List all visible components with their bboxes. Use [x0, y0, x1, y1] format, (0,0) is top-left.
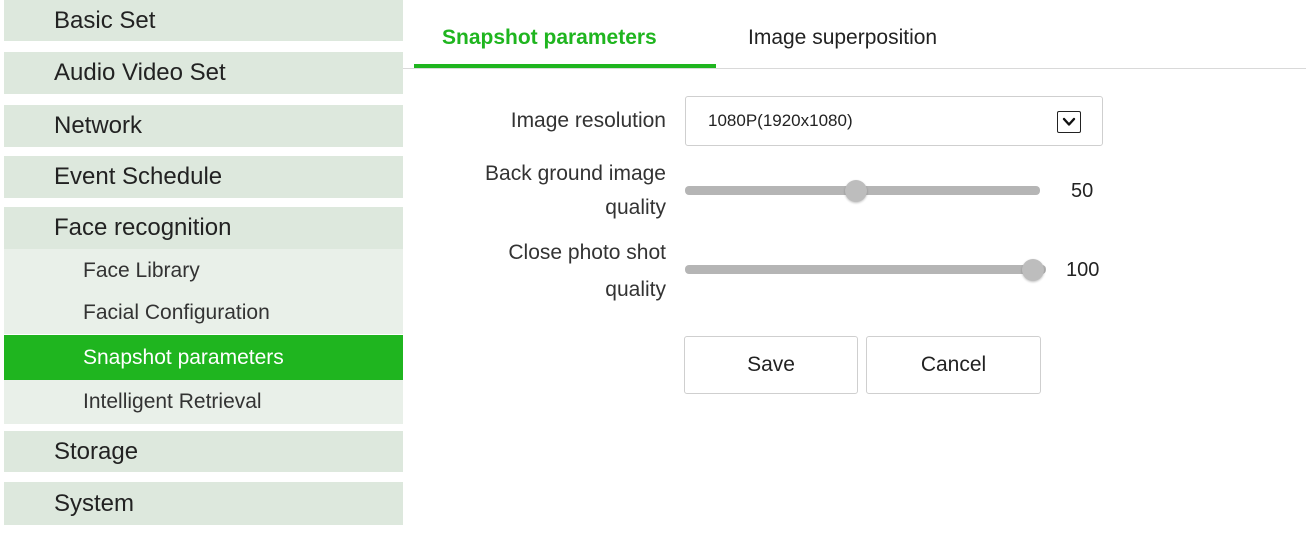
sidebar-item-label: Storage	[54, 437, 139, 465]
tab-bar: Snapshot parameters Image superposition	[403, 0, 1306, 69]
close-quality-slider-thumb[interactable]	[1022, 259, 1044, 281]
sidebar-item-label: Face recognition	[54, 214, 232, 241]
active-tab-underline	[414, 64, 716, 68]
tab-image-superposition[interactable]: Image superposition	[748, 26, 937, 50]
sidebar-item-face-recognition[interactable]: Face recognition	[4, 207, 403, 249]
sidebar-item-label: Event Schedule	[54, 163, 223, 190]
sidebar-item-audio-video-set[interactable]: Audio Video Set	[4, 52, 403, 94]
resolution-select-value: 1080P(1920x1080)	[708, 111, 853, 130]
sidebar-item-label: Audio Video Set	[54, 59, 226, 86]
sidebar-subitem-label: Intelligent Retrieval	[83, 390, 262, 413]
sidebar-subitem-label: Face Library	[83, 258, 200, 282]
sidebar-subitem-label: Snapshot parameters	[83, 345, 284, 369]
sidebar-item-label: Network	[54, 112, 143, 139]
sidebar-subitem-intelligent-retrieval[interactable]: Intelligent Retrieval	[4, 380, 403, 424]
sidebar-item-storage[interactable]: Storage	[4, 431, 403, 472]
chevron-down-icon[interactable]	[1057, 111, 1081, 133]
sidebar-item-basic-set[interactable]: Basic Set	[4, 0, 403, 41]
bg-quality-slider-thumb[interactable]	[845, 180, 867, 202]
sidebar-subitem-snapshot-parameters[interactable]: Snapshot parameters	[4, 335, 403, 380]
close-quality-label-line2: quality	[605, 278, 666, 301]
resolution-select[interactable]: 1080P(1920x1080)	[685, 96, 1103, 146]
bg-quality-value: 50	[1071, 180, 1094, 202]
close-quality-label-line1: Close photo shot	[508, 241, 666, 264]
sidebar-item-label: Basic Set	[54, 6, 156, 34]
close-quality-slider-track[interactable]	[685, 265, 1046, 274]
sidebar-item-system[interactable]: System	[4, 482, 403, 525]
main-panel: Snapshot parameters Image superposition …	[403, 0, 1306, 533]
sidebar: Basic Set Audio Video Set Network Event …	[4, 0, 403, 533]
sidebar-subitem-label: Facial Configuration	[83, 301, 270, 324]
bg-quality-label-line2: quality	[605, 196, 666, 219]
sidebar-item-network[interactable]: Network	[4, 105, 403, 147]
tab-snapshot-parameters[interactable]: Snapshot parameters	[442, 26, 657, 50]
close-quality-value: 100	[1066, 259, 1100, 281]
save-button[interactable]: Save	[684, 336, 858, 394]
sidebar-item-label: System	[54, 489, 135, 517]
sidebar-subitem-facial-configuration[interactable]: Facial Configuration	[4, 292, 403, 334]
cancel-button[interactable]: Cancel	[866, 336, 1041, 394]
resolution-label: Image resolution	[510, 109, 666, 132]
sidebar-subitem-face-library[interactable]: Face Library	[4, 249, 403, 292]
sidebar-item-event-schedule[interactable]: Event Schedule	[4, 156, 403, 198]
bg-quality-label-line1: Back ground image	[485, 162, 666, 185]
